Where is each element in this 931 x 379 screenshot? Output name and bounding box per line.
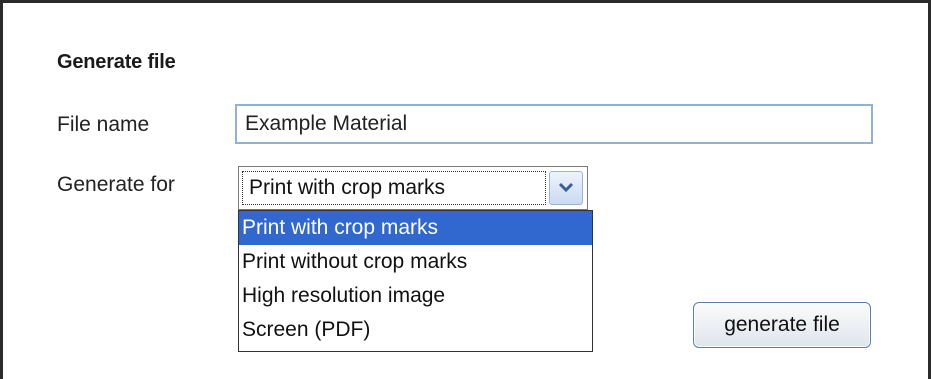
generate-for-label: Generate for — [57, 173, 175, 196]
generate-for-select[interactable]: Print with crop marks — [238, 166, 588, 210]
generate-file-button[interactable]: generate file — [693, 302, 871, 348]
dropdown-option-print-without-crop-marks[interactable]: Print without crop marks — [239, 245, 592, 279]
dropdown-option-print-with-crop-marks[interactable]: Print with crop marks — [239, 211, 592, 245]
dropdown-arrow-button[interactable] — [549, 171, 583, 205]
generate-for-selected-value: Print with crop marks — [242, 171, 546, 205]
generate-file-panel: Generate file File name Generate for Pri… — [0, 0, 931, 379]
file-name-label: File name — [57, 113, 150, 136]
file-name-input[interactable] — [235, 104, 873, 144]
chevron-down-icon — [558, 182, 574, 193]
generate-for-dropdown-list: Print with crop marks Print without crop… — [238, 210, 593, 352]
dropdown-option-high-resolution-image[interactable]: High resolution image — [239, 279, 592, 313]
dropdown-option-screen-pdf[interactable]: Screen (PDF) — [239, 313, 592, 347]
section-title: Generate file — [57, 51, 176, 73]
